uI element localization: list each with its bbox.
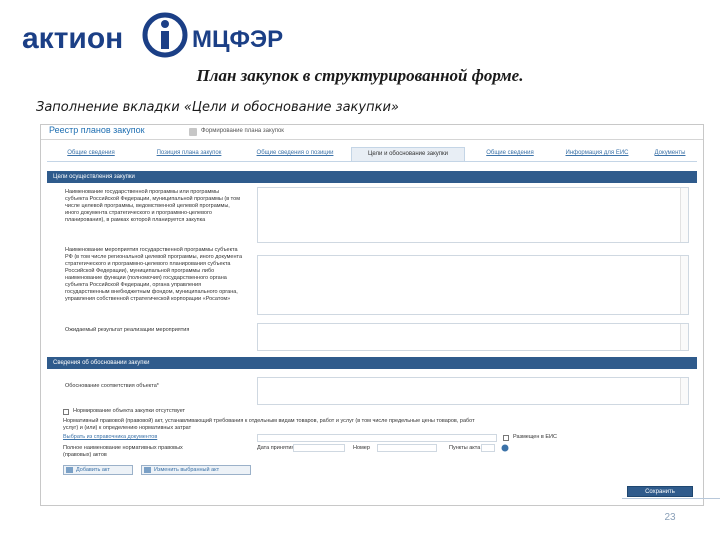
textarea-scrollbar[interactable] (680, 256, 688, 314)
logo-left-text: актион (22, 22, 124, 55)
help-icon[interactable] (501, 444, 509, 452)
textarea-scrollbar[interactable] (680, 324, 688, 350)
field-label-justification: Обоснование соответствия объекта* (65, 383, 159, 389)
no-norming-checkbox[interactable] (63, 409, 69, 415)
field-label-program: Наименование государственной программы и… (65, 189, 240, 223)
col-act-paragraphs: Пункты акта (449, 445, 481, 451)
field-label-expected-result: Ожидаемый результат реализации мероприят… (65, 327, 190, 333)
tab-goals-justification[interactable]: Цели и обоснование закупки (351, 147, 465, 161)
expected-result-textarea[interactable] (257, 323, 689, 351)
col-number: Номер (353, 445, 370, 451)
change-act-label: Изменить выбранный акт (154, 467, 220, 473)
tab-general-2[interactable]: Общие сведения (475, 147, 545, 160)
normative-act-note-2: услуг) и (или) к определению нормативных… (63, 425, 192, 431)
no-norming-label: Нормирование объекта закупки отсутствует (73, 408, 186, 414)
change-act-button[interactable]: Изменить выбранный акт (141, 465, 251, 475)
section-goals-header: Цели осуществления закупки (47, 171, 697, 183)
normative-act-note-1: Нормативный правовой (правовой) акт, уст… (63, 418, 475, 424)
add-act-icon (66, 467, 73, 473)
app-header: Реестр планов закупок Формирование плана… (41, 125, 703, 140)
col-adoption-date: Дата принятия (257, 445, 295, 451)
justification-textarea[interactable] (257, 377, 689, 405)
choose-document-link[interactable]: Выбрать из справочника документов (63, 434, 157, 441)
tab-eis-info[interactable]: Информация для ЕИС (555, 147, 639, 160)
textarea-scrollbar[interactable] (680, 188, 688, 242)
placed-in-eis-checkbox[interactable] (503, 435, 509, 441)
slide-title: План закупок в структурированной форме. (196, 66, 524, 85)
full-name-acts-label: Полное наименование нормативных правовых… (63, 445, 183, 458)
add-act-button[interactable]: Добавить акт (63, 465, 133, 475)
tab-plan-position[interactable]: Позиция плана закупок (143, 147, 235, 160)
breadcrumb: Формирование плана закупок (201, 128, 284, 134)
adoption-date-input[interactable] (293, 444, 345, 452)
section-justification-header: Сведения об обосновании закупки (47, 357, 697, 369)
app-title[interactable]: Реестр планов закупок (49, 125, 145, 135)
document-select-input[interactable] (257, 434, 497, 442)
slide-decoration-line (622, 498, 720, 499)
save-button[interactable]: Сохранить (627, 486, 693, 497)
field-label-activity: Наименование мероприятия государственной… (65, 247, 243, 302)
slide-subtitle: Заполнение вкладки «Цели и обоснование з… (36, 100, 399, 115)
breadcrumb-arrow-icon (189, 128, 197, 136)
tab-general[interactable]: Общие сведения (51, 147, 131, 160)
tab-bar: Общие сведения Позиция плана закупок Общ… (47, 145, 697, 162)
logo: актион МЦФЭР (14, 10, 314, 66)
add-act-label: Добавить акт (76, 467, 110, 473)
textarea-scrollbar[interactable] (680, 378, 688, 404)
program-name-textarea[interactable] (257, 187, 689, 243)
logo-emblem-icon (142, 12, 188, 58)
app-screenshot: Реестр планов закупок Формирование плана… (40, 124, 704, 506)
placed-in-eis-label: Размещен в ЕИС (513, 434, 557, 440)
change-act-icon (144, 467, 151, 473)
tab-documents[interactable]: Документы (647, 147, 693, 160)
activity-name-textarea[interactable] (257, 255, 689, 315)
act-paragraphs-input[interactable] (481, 444, 495, 452)
tab-position-general[interactable]: Общие сведения о позиции (245, 147, 345, 160)
page-number: 23 (664, 512, 676, 523)
act-number-input[interactable] (377, 444, 437, 452)
logo-right-text: МЦФЭР (192, 26, 284, 53)
